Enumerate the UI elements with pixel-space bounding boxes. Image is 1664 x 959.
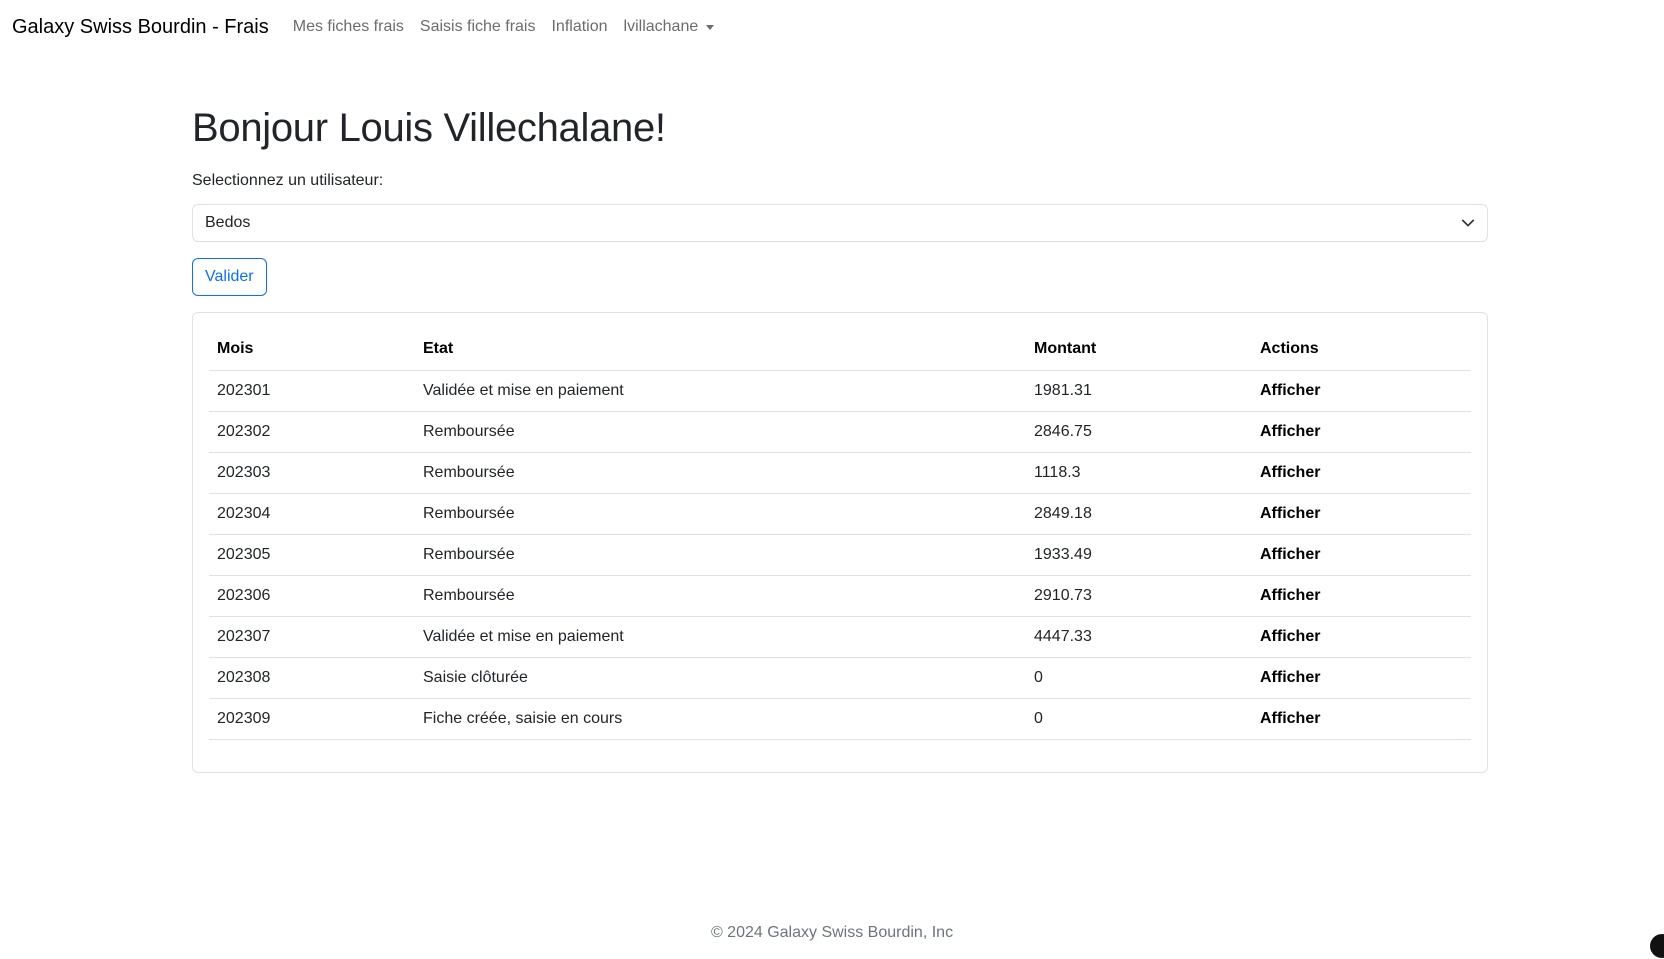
navbar: Galaxy Swiss Bourdin - Frais Mes fiches … xyxy=(0,0,1664,54)
cell-etat: Remboursée xyxy=(415,411,1026,453)
afficher-link[interactable]: Afficher xyxy=(1252,657,1471,699)
cell-montant: 1981.31 xyxy=(1026,370,1252,412)
cell-etat: Remboursée xyxy=(415,452,1026,494)
cell-etat: Remboursée xyxy=(415,493,1026,535)
cell-etat: Validée et mise en paiement xyxy=(415,616,1026,658)
cell-montant: 2846.75 xyxy=(1026,411,1252,453)
afficher-link[interactable]: Afficher xyxy=(1252,698,1471,740)
user-select-label: Selectionnez un utilisateur: xyxy=(192,172,384,189)
footer: © 2024 Galaxy Swiss Bourdin, Inc xyxy=(0,924,1664,942)
cell-etat: Remboursée xyxy=(415,534,1026,576)
cell-mois: 202302 xyxy=(209,411,415,453)
cell-etat: Saisie clôturée xyxy=(415,657,1026,699)
cell-mois: 202306 xyxy=(209,575,415,617)
cell-mois: 202305 xyxy=(209,534,415,576)
cell-mois: 202307 xyxy=(209,616,415,658)
table-row: 202302 Remboursée 2846.75 Afficher xyxy=(209,411,1471,453)
cell-montant: 2910.73 xyxy=(1026,575,1252,617)
column-header-actions: Actions xyxy=(1252,329,1471,371)
cell-mois: 202301 xyxy=(209,370,415,412)
afficher-link[interactable]: Afficher xyxy=(1252,411,1471,453)
table-row: 202301 Validée et mise en paiement 1981.… xyxy=(209,370,1471,412)
table-header-row: Mois Etat Montant Actions xyxy=(209,329,1471,371)
cell-montant: 0 xyxy=(1026,657,1252,699)
cell-montant: 0 xyxy=(1026,698,1252,740)
table-row: 202309 Fiche créée, saisie en cours 0 Af… xyxy=(209,698,1471,740)
user-select[interactable]: Bedos xyxy=(192,204,1488,242)
fiches-card: Mois Etat Montant Actions 202301 Validée… xyxy=(192,312,1488,773)
caret-down-icon xyxy=(706,24,715,30)
afficher-link[interactable]: Afficher xyxy=(1252,616,1471,658)
chevron-down-icon xyxy=(1461,216,1475,230)
cell-montant: 2849.18 xyxy=(1026,493,1252,535)
cell-etat: Remboursée xyxy=(415,575,1026,617)
cell-mois: 202309 xyxy=(209,698,415,740)
footer-copyright: © 2024 Galaxy Swiss Bourdin, Inc xyxy=(710,924,954,941)
table-row: 202307 Validée et mise en paiement 4447.… xyxy=(209,616,1471,658)
table-row: 202304 Remboursée 2849.18 Afficher xyxy=(209,493,1471,535)
cell-etat: Fiche créée, saisie en cours xyxy=(415,698,1026,740)
cell-etat: Validée et mise en paiement xyxy=(415,370,1026,412)
cell-montant: 1933.49 xyxy=(1026,534,1252,576)
user-dropdown-toggle[interactable]: lvillachane xyxy=(624,18,715,36)
cell-mois: 202304 xyxy=(209,493,415,535)
fiches-table: Mois Etat Montant Actions 202301 Validée… xyxy=(209,329,1471,740)
cell-mois: 202308 xyxy=(209,657,415,699)
nav-link-saisis-fiche-frais[interactable]: Saisis fiche frais xyxy=(420,18,536,36)
table-row: 202306 Remboursée 2910.73 Afficher xyxy=(209,575,1471,617)
table-row: 202308 Saisie clôturée 0 Afficher xyxy=(209,657,1471,699)
cell-mois: 202303 xyxy=(209,452,415,494)
afficher-link[interactable]: Afficher xyxy=(1252,534,1471,576)
column-header-montant: Montant xyxy=(1026,329,1252,371)
valider-button[interactable]: Valider xyxy=(192,258,267,296)
afficher-link[interactable]: Afficher xyxy=(1252,493,1471,535)
afficher-link[interactable]: Afficher xyxy=(1252,452,1471,494)
nav-link-inflation[interactable]: Inflation xyxy=(551,18,607,36)
afficher-link[interactable]: Afficher xyxy=(1252,370,1471,412)
page-title: Bonjour Louis Villechalane! xyxy=(192,106,666,150)
user-select-value: Bedos xyxy=(205,214,251,231)
cell-montant: 4447.33 xyxy=(1026,616,1252,658)
column-header-mois: Mois xyxy=(209,329,415,371)
column-header-etat: Etat xyxy=(415,329,1026,371)
debug-toolbar-icon[interactable] xyxy=(1650,934,1664,958)
cell-montant: 1118.3 xyxy=(1026,452,1252,494)
user-dropdown-label: lvillachane xyxy=(623,18,699,35)
afficher-link[interactable]: Afficher xyxy=(1252,575,1471,617)
nav-link-mes-fiches-frais[interactable]: Mes fiches frais xyxy=(293,18,404,36)
table-row: 202305 Remboursée 1933.49 Afficher xyxy=(209,534,1471,576)
brand-link[interactable]: Galaxy Swiss Bourdin - Frais xyxy=(12,16,269,39)
main-content: Bonjour Louis Villechalane! Selectionnez… xyxy=(192,96,1488,773)
table-row: 202303 Remboursée 1118.3 Afficher xyxy=(209,452,1471,494)
